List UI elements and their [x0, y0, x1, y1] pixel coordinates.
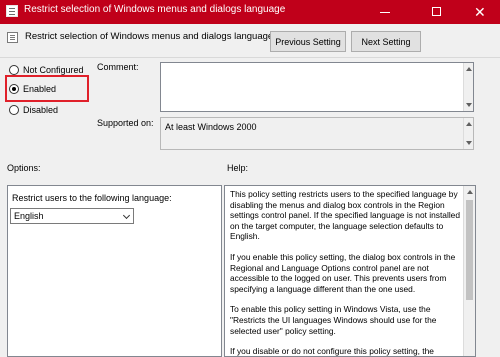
help-label: Help: — [227, 163, 249, 173]
comment-field[interactable] — [160, 62, 474, 112]
minimize-icon — [380, 12, 390, 13]
scroll-down-icon[interactable] — [466, 103, 472, 107]
help-paragraph: To enable this policy setting in Windows… — [230, 304, 437, 336]
title-bar: Restrict selection of Windows menus and … — [0, 0, 500, 24]
scroll-up-icon[interactable] — [466, 122, 472, 126]
radio-disabled[interactable]: Disabled — [9, 105, 58, 115]
previous-setting-button[interactable]: Previous Setting — [270, 31, 346, 52]
radio-circle[interactable] — [9, 65, 19, 75]
divider — [0, 57, 500, 58]
language-dropdown[interactable]: English — [10, 208, 134, 224]
radio-label: Disabled — [23, 105, 59, 115]
chevron-down-icon — [122, 211, 131, 220]
options-caption: Restrict users to the following language… — [12, 193, 172, 203]
language-dropdown-value: English — [14, 211, 44, 221]
scrollbar-thumb[interactable] — [466, 200, 473, 300]
options-label: Options: — [7, 163, 41, 173]
radio-label: Not Configured — [23, 65, 84, 75]
close-icon: ✕ — [474, 4, 486, 20]
scroll-down-icon[interactable] — [466, 141, 472, 145]
supported-on-label: Supported on: — [97, 118, 154, 128]
help-paragraph: This policy setting restricts users to t… — [230, 189, 460, 242]
minimize-button[interactable] — [362, 0, 408, 24]
help-paragraph: If you enable this policy setting, the d… — [230, 251, 456, 294]
setting-icon — [7, 32, 18, 43]
next-setting-button[interactable]: Next Setting — [351, 31, 421, 52]
supported-on-field: At least Windows 2000 — [160, 117, 474, 150]
enabled-highlight-box — [5, 75, 89, 102]
policy-name: Restrict selection of Windows menus and … — [25, 31, 274, 42]
comment-scrollbar[interactable] — [463, 63, 473, 111]
radio-not-configured[interactable]: Not Configured — [9, 65, 84, 75]
supported-on-value: At least Windows 2000 — [165, 122, 257, 132]
comment-label: Comment: — [97, 62, 139, 72]
help-pane: This policy setting restricts users to t… — [224, 185, 476, 357]
scroll-up-icon[interactable] — [467, 190, 473, 194]
supported-scrollbar[interactable] — [463, 118, 473, 149]
help-paragraph: If you disable or do not configure this … — [230, 346, 434, 357]
help-text: This policy setting restricts users to t… — [230, 189, 466, 357]
scroll-up-icon[interactable] — [466, 67, 472, 71]
policy-icon — [6, 5, 18, 17]
maximize-icon — [432, 7, 441, 16]
maximize-button[interactable] — [414, 0, 460, 24]
close-button[interactable]: ✕ — [460, 0, 500, 24]
radio-circle[interactable] — [9, 105, 19, 115]
window-title: Restrict selection of Windows menus and … — [24, 4, 286, 15]
help-scrollbar[interactable] — [463, 186, 475, 356]
